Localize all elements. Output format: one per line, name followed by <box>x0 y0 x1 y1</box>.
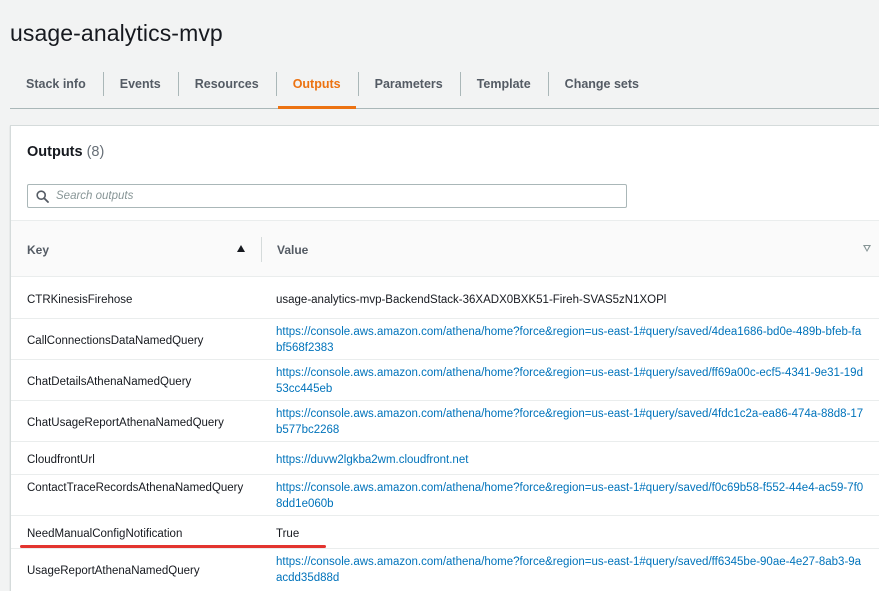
output-key: ChatDetailsAthenaNamedQuery <box>27 376 192 388</box>
output-value-link[interactable]: https://console.aws.amazon.com/athena/ho… <box>276 326 861 354</box>
red-underline-annotation <box>20 545 326 548</box>
output-key: NeedManualConfigNotification <box>27 528 183 540</box>
output-key: UsageReportAthenaNamedQuery <box>27 565 200 577</box>
outputs-title: Outputs <box>27 144 83 160</box>
output-value-link[interactable]: https://console.aws.amazon.com/athena/ho… <box>276 367 863 395</box>
tab-change-sets[interactable]: Change sets <box>547 66 656 102</box>
table-row: CallConnectionsDataNamedQuery https://co… <box>11 319 879 360</box>
column-header-key[interactable]: Key <box>27 221 251 278</box>
table-row: CloudfrontUrl https://duvw2lgkba2wm.clou… <box>11 442 879 475</box>
column-header-value[interactable]: Value <box>261 237 871 262</box>
output-value-link[interactable]: https://console.aws.amazon.com/athena/ho… <box>276 482 863 510</box>
tab-outputs[interactable]: Outputs <box>275 66 358 109</box>
outputs-count: (8) <box>86 144 105 160</box>
output-key: ContactTraceRecordsAthenaNamedQuery <box>27 482 244 494</box>
output-value-link[interactable]: https://console.aws.amazon.com/athena/ho… <box>276 408 863 436</box>
tab-template[interactable]: Template <box>459 66 548 102</box>
output-value-link[interactable]: https://console.aws.amazon.com/athena/ho… <box>276 556 861 584</box>
tab-resources[interactable]: Resources <box>177 66 276 102</box>
tab-events[interactable]: Events <box>102 66 178 102</box>
output-value: True <box>276 528 300 540</box>
tab-bar: Stack info Events Resources Outputs Para… <box>10 66 879 109</box>
output-value-link[interactable]: https://duvw2lgkba2wm.cloudfront.net <box>276 454 468 466</box>
outputs-header: Outputs (8) <box>27 144 104 160</box>
output-key: ChatUsageReportAthenaNamedQuery <box>27 417 224 429</box>
search-box <box>27 184 627 208</box>
search-icon <box>28 189 56 203</box>
table-row: UsageReportAthenaNamedQuery https://cons… <box>11 549 879 590</box>
output-value: usage-analytics-mvp-BackendStack-36XADX0… <box>276 294 667 306</box>
sort-descending-icon <box>863 245 871 252</box>
table-row: ChatDetailsAthenaNamedQuery https://cons… <box>11 360 879 401</box>
output-key: CloudfrontUrl <box>27 454 95 466</box>
outputs-table: Key Value CTRKinesisFirehose usage-analy… <box>11 220 879 590</box>
tab-stack-info[interactable]: Stack info <box>10 66 103 102</box>
outputs-panel: Outputs(8) Key Value CTRKinesisFirehose … <box>10 125 879 591</box>
search-input[interactable] <box>56 186 626 206</box>
table-header: Key Value <box>11 220 879 277</box>
table-row: ContactTraceRecordsAthenaNamedQuery http… <box>11 475 879 516</box>
output-key: CTRKinesisFirehose <box>27 294 133 306</box>
output-key: CallConnectionsDataNamedQuery <box>27 335 204 347</box>
sort-ascending-icon <box>237 245 245 252</box>
table-row: ChatUsageReportAthenaNamedQuery https://… <box>11 401 879 442</box>
tab-parameters[interactable]: Parameters <box>357 66 460 102</box>
table-row: CTRKinesisFirehose usage-analytics-mvp-B… <box>11 277 879 319</box>
page-title: usage-analytics-mvp <box>10 20 223 46</box>
